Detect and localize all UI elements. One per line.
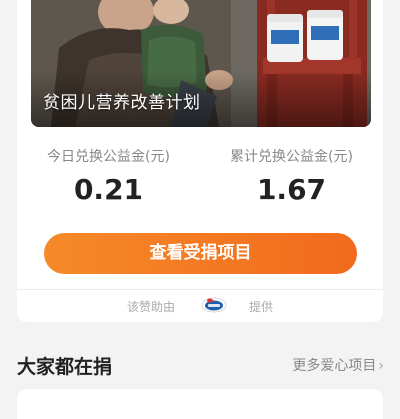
total-exchange-value: 1.67	[256, 173, 327, 206]
more-projects-link[interactable]: 更多爱心项目 ›	[292, 355, 384, 375]
banner-title: 贫困儿营养改善计划	[43, 93, 201, 113]
view-donated-projects-button[interactable]: 查看受捐项目	[44, 233, 357, 274]
project-banner[interactable]: 贫困儿营养改善计划	[31, 0, 371, 127]
donation-card: 贫困儿营养改善计划 今日兑换公益金(元) 0.21 累计兑换公益金(元) 1.6…	[17, 0, 383, 322]
section-title: 大家都在捐	[17, 356, 113, 378]
sponsor-line: 该赞助由 提供	[17, 297, 383, 315]
sponsor-suffix: 提供	[249, 300, 274, 314]
sponsor-prefix: 该赞助由	[127, 300, 176, 314]
chevron-right-icon: ›	[378, 358, 384, 374]
divider	[17, 289, 383, 290]
next-project-card[interactable]	[17, 389, 383, 419]
today-exchange-label: 今日兑换公益金(元)	[47, 149, 170, 165]
today-exchange-value: 0.21	[73, 173, 144, 206]
sponsor-brand-logo-icon	[201, 297, 227, 313]
more-projects-label: 更多爱心项目	[292, 358, 377, 374]
total-exchange-label: 累计兑换公益金(元)	[230, 149, 353, 165]
